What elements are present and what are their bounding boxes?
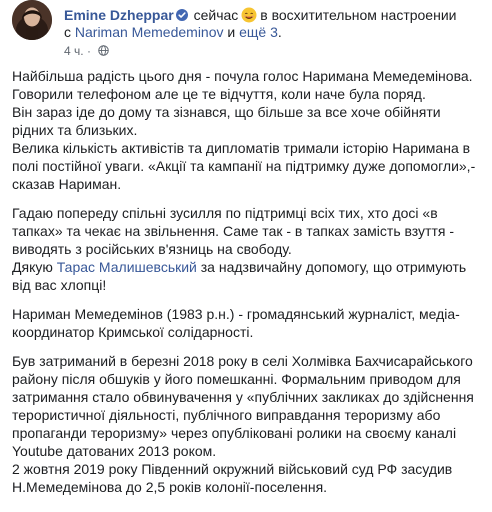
author-name-link[interactable]: Emine Dzheppar [64, 7, 174, 23]
mention-link[interactable]: Тарас Малишевський [57, 259, 197, 275]
globe-icon[interactable] [98, 45, 110, 56]
post-header: Emine Dzheppar сейчас в восхитительном на… [12, 0, 482, 64]
facebook-post: Emine Dzheppar сейчас в восхитительном на… [0, 0, 492, 512]
meta-separator: · [86, 44, 91, 58]
verified-badge-icon [175, 9, 188, 21]
tagged-people-line: с Nariman Memedeminov и ещё 3. [64, 23, 492, 41]
with-prefix: с [64, 24, 71, 40]
body-line: Він зараз іде до дому та зізнався, що бі… [12, 104, 441, 138]
feeling-description: в восхитительном настроении [260, 7, 457, 23]
body-line: Говорили телефоном але це те відчуття, к… [12, 86, 426, 102]
body-text: Був затриманий в березні 2018 року в сел… [12, 353, 474, 459]
paragraph-bio: Нариман Мемедемінов (1983 р.н.) - громад… [12, 305, 482, 341]
post-meta: 4 ч. · [64, 43, 110, 59]
paragraph-1: Найбільша радість цього дня - почула гол… [12, 67, 482, 193]
tagged-person-link[interactable]: Nariman Memedeminov [75, 24, 224, 40]
and-word: и [227, 24, 236, 40]
feeling-now-label: сейчас [193, 7, 239, 23]
profile-photo [12, 0, 52, 40]
post-body: Найбільша радість цього дня - почула гол… [12, 67, 482, 496]
smiling-face-emoji-icon [241, 7, 257, 23]
body-line: Найбільша радість цього дня - почула гол… [12, 68, 473, 84]
author-avatar[interactable] [12, 0, 52, 40]
body-text: Гадаю попереду спільні зусилля по підтри… [12, 205, 455, 257]
tagged-period: . [277, 24, 282, 40]
thanks-prefix: Дякую [12, 259, 53, 275]
others-tagged-link[interactable]: ещё 3 [239, 24, 278, 40]
header-title-line: Emine Dzheppar сейчас в восхитительном на… [64, 6, 492, 24]
paragraph-arrest: Був затриманий в березні 2018 року в сел… [12, 352, 482, 496]
post-timestamp[interactable]: 4 ч. [64, 44, 84, 58]
body-text: 2 жовтня 2019 року Південний окружний ві… [12, 461, 453, 495]
body-line: Велика кількість активістів та дипломаті… [12, 140, 476, 192]
paragraph-2: Гадаю попереду спільні зусилля по підтри… [12, 204, 482, 294]
body-text: Нариман Мемедемінов (1983 р.н.) - громад… [12, 306, 460, 340]
